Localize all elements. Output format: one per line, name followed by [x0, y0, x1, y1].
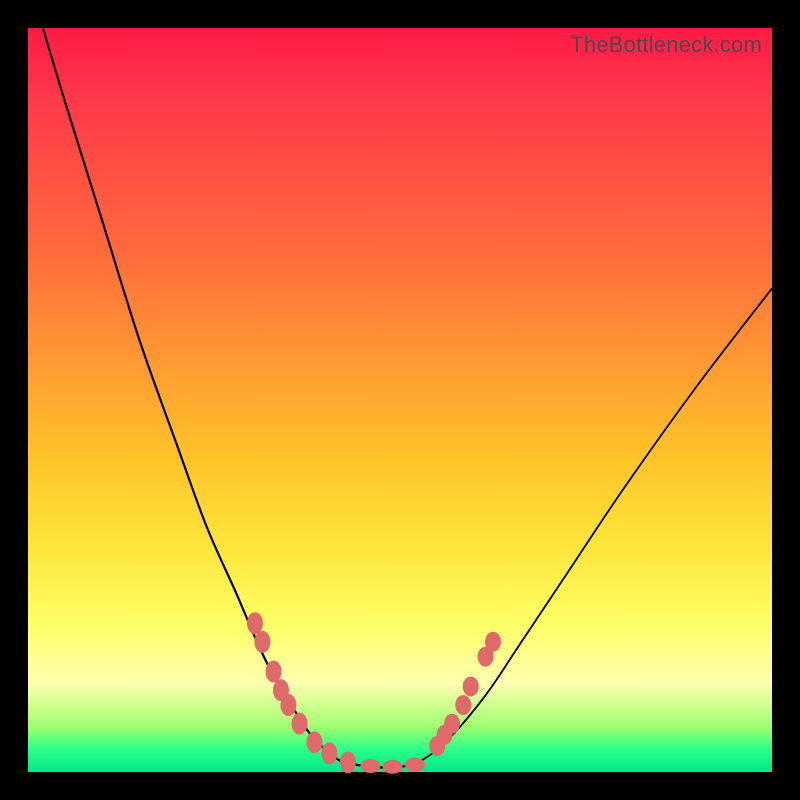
- marker-dot: [485, 632, 501, 652]
- marker-dot: [383, 760, 403, 774]
- marker-dot: [360, 759, 380, 773]
- marker-dot: [247, 612, 263, 634]
- marker-dot: [306, 731, 322, 753]
- marker-dot: [254, 631, 270, 653]
- marker-dot: [405, 758, 425, 772]
- marker-dot: [463, 676, 479, 696]
- marker-dot: [266, 661, 282, 683]
- marker-dot: [455, 695, 471, 715]
- curve-left-branch: [43, 28, 415, 768]
- marker-dot: [340, 751, 356, 773]
- marker-dot: [444, 714, 460, 734]
- plot-area: TheBottleneck.com: [28, 28, 772, 772]
- marker-dot: [280, 694, 296, 716]
- marker-dot: [292, 713, 308, 735]
- curve-svg: [28, 28, 772, 772]
- chart-frame: TheBottleneck.com: [0, 0, 800, 800]
- marker-dots: [247, 612, 501, 774]
- marker-dot: [321, 742, 337, 764]
